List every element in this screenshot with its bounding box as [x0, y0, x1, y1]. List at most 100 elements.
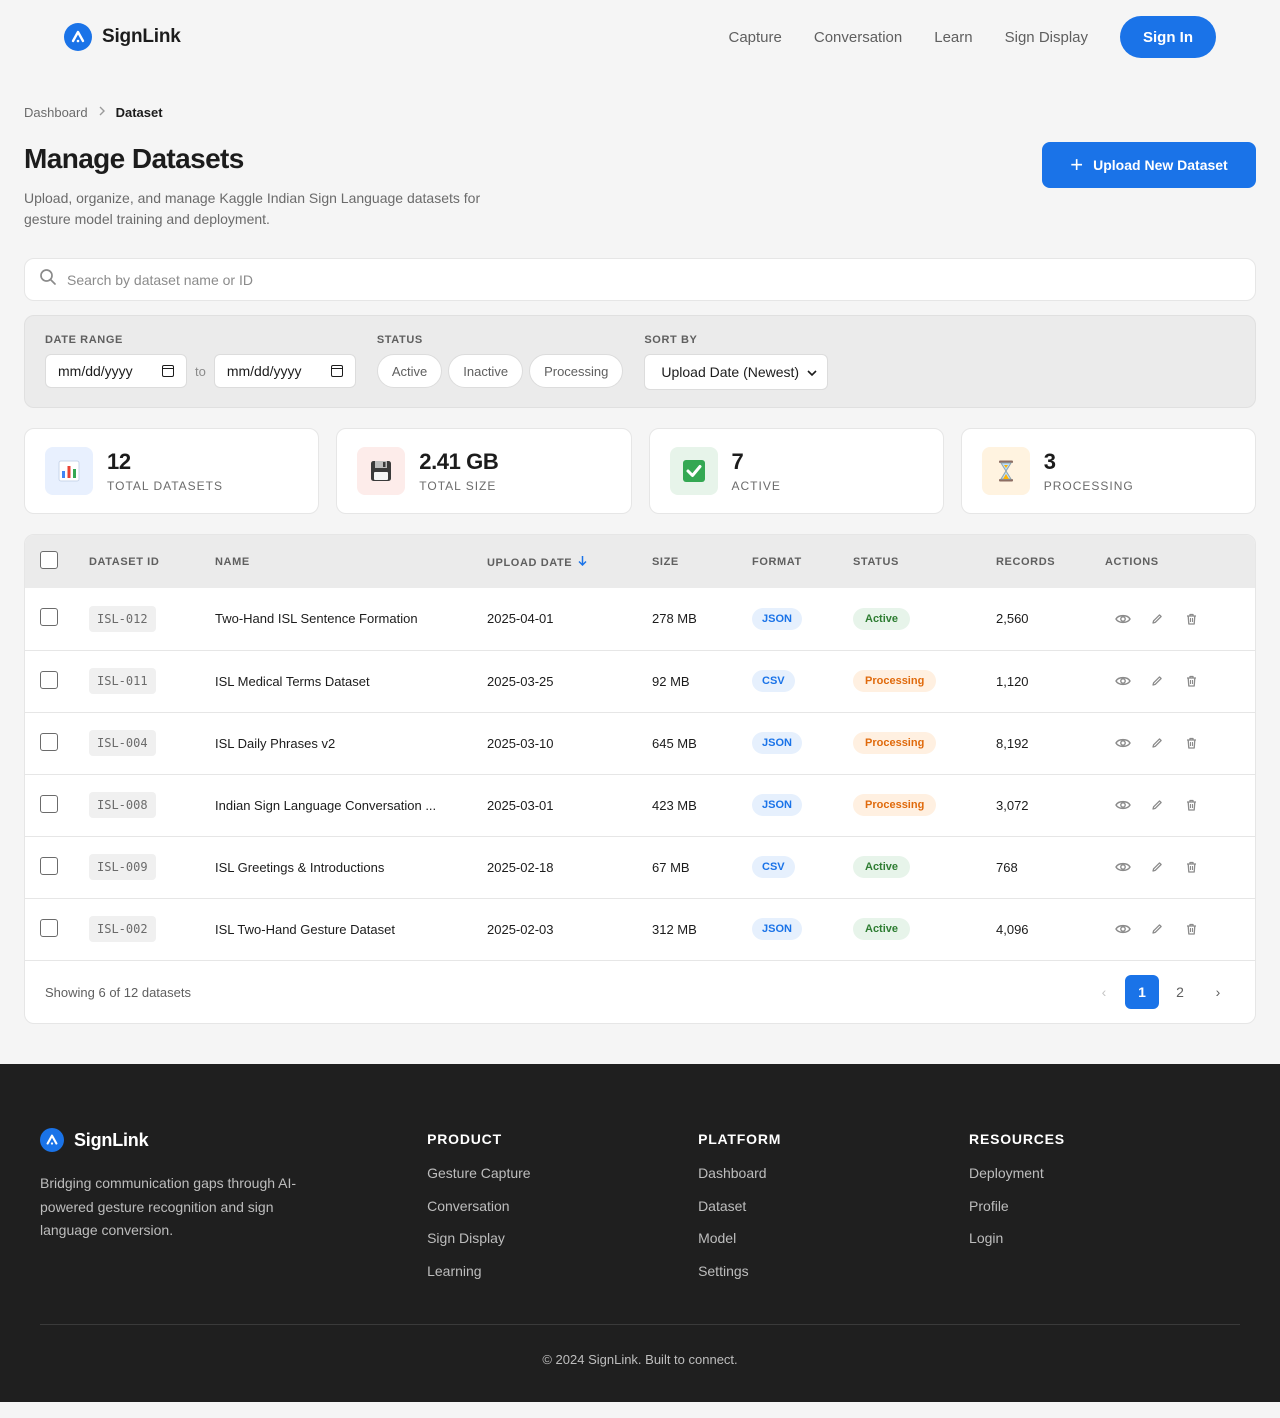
edit-icon[interactable] [1147, 609, 1167, 629]
stat-processing: 3 PROCESSING [960, 428, 1256, 514]
footer-link[interactable]: Settings [698, 1263, 969, 1281]
status-badge: Processing [853, 732, 937, 754]
page-subtitle: Upload, organize, and manage Kaggle Indi… [24, 190, 481, 227]
sort-value: Upload Date (Newest) [661, 364, 800, 380]
view-icon[interactable] [1113, 609, 1133, 629]
footer-link[interactable]: Sign Display [427, 1230, 698, 1248]
prev-page-button[interactable]: ‹ [1087, 975, 1121, 1009]
table-row[interactable]: ISL-004 ISL Daily Phrases v2 2025-03-10 645… [25, 711, 1255, 774]
delete-icon[interactable] [1181, 795, 1201, 815]
view-icon[interactable] [1113, 671, 1133, 691]
nav-learn[interactable]: Learn [934, 29, 972, 46]
select-all-checkbox[interactable] [40, 551, 58, 569]
edit-icon[interactable] [1147, 733, 1167, 753]
page-button-2[interactable]: 2 [1163, 975, 1197, 1009]
status-chip-processing[interactable]: Processing [529, 354, 624, 388]
table-header-row: DATASET ID NAME UPLOAD DATE SIZE FORMAT … [25, 535, 1255, 588]
status-chip-inactive[interactable]: Inactive [448, 354, 524, 388]
stat-value: 7 [731, 449, 744, 474]
main-content: Dashboard Dataset Manage Datasets Upload… [0, 104, 1280, 1024]
header-format[interactable]: FORMAT [752, 535, 853, 588]
edit-icon[interactable] [1147, 795, 1167, 815]
dataset-name[interactable]: Two-Hand ISL Sentence Formation [215, 611, 455, 626]
row-checkbox[interactable] [40, 794, 58, 813]
upload-date: 2025-02-03 [487, 897, 652, 960]
stat-value: 2.41 GB [419, 449, 499, 474]
delete-icon[interactable] [1181, 857, 1201, 877]
dataset-name[interactable]: ISL Two-Hand Gesture Dataset [215, 922, 455, 937]
footer-link[interactable]: Learning [427, 1263, 698, 1281]
row-checkbox[interactable] [40, 856, 58, 875]
table-row[interactable]: ISL-009 ISL Greetings & Introductions 2025… [25, 835, 1255, 898]
header-upload-date[interactable]: UPLOAD DATE [487, 535, 652, 588]
date-from-input[interactable]: mm/dd/yyyy [45, 354, 187, 388]
footer-link[interactable]: Model [698, 1230, 969, 1248]
header-status[interactable]: STATUS [853, 535, 996, 588]
row-checkbox[interactable] [40, 608, 58, 627]
header-dataset-id[interactable]: DATASET ID [89, 535, 215, 588]
edit-icon[interactable] [1147, 857, 1167, 877]
table-row[interactable]: ISL-002 ISL Two-Hand Gesture Dataset 2025-… [25, 897, 1255, 960]
view-icon[interactable] [1113, 795, 1133, 815]
calendar-icon[interactable] [330, 365, 343, 377]
dataset-name[interactable]: ISL Greetings & Introductions [215, 860, 455, 875]
copyright: © 2024 SignLink. Built to connect. [542, 1352, 738, 1367]
footer-link[interactable]: Deployment [969, 1165, 1240, 1183]
delete-icon[interactable] [1181, 919, 1201, 939]
row-checkbox[interactable] [40, 918, 58, 937]
header-size[interactable]: SIZE [652, 535, 752, 588]
page-button-1[interactable]: 1 [1125, 975, 1159, 1009]
dataset-name[interactable]: ISL Medical Terms Dataset [215, 674, 455, 689]
row-checkbox[interactable] [40, 670, 58, 689]
footer-link[interactable]: Dataset [698, 1198, 969, 1216]
footer-link[interactable]: Gesture Capture [427, 1165, 698, 1183]
dataset-name[interactable]: ISL Daily Phrases v2 [215, 736, 455, 751]
sign-in-button[interactable]: Sign In [1120, 16, 1216, 58]
view-icon[interactable] [1113, 857, 1133, 877]
search-bar [24, 258, 1256, 301]
footer-description: Bridging communication gaps through AI-p… [40, 1175, 297, 1238]
table-row[interactable]: ISL-008 Indian Sign Language Conversation… [25, 773, 1255, 836]
view-icon[interactable] [1113, 733, 1133, 753]
brand-logo[interactable]: SignLink [64, 23, 181, 51]
footer-link[interactable]: Dashboard [698, 1165, 969, 1183]
table-row[interactable]: ISL-011 ISL Medical Terms Dataset 2025-03-… [25, 649, 1255, 712]
edit-icon[interactable] [1147, 671, 1167, 691]
top-navbar: SignLink Capture Conversation Learn Sign… [0, 0, 1280, 74]
search-input[interactable] [67, 271, 1241, 288]
edit-icon[interactable] [1147, 919, 1167, 939]
nav-sign-display[interactable]: Sign Display [1005, 29, 1088, 46]
date-to-input[interactable]: mm/dd/yyyy [213, 354, 356, 388]
logo-icon [40, 1128, 64, 1152]
row-actions [1105, 857, 1255, 877]
footer-divider [40, 1324, 1240, 1325]
dataset-id-badge: ISL-004 [89, 730, 156, 756]
stats-row: 12 TOTAL DATASETS 2.41 GB TOTAL SIZE 7 A… [24, 428, 1256, 514]
footer-link[interactable]: Login [969, 1230, 1240, 1248]
footer-link[interactable]: Profile [969, 1198, 1240, 1216]
next-page-button[interactable]: › [1201, 975, 1235, 1009]
status-badge: Processing [853, 794, 937, 816]
status-chip-active[interactable]: Active [376, 354, 443, 388]
delete-icon[interactable] [1181, 733, 1201, 753]
calendar-icon[interactable] [162, 365, 174, 377]
upload-date: 2025-03-25 [487, 649, 652, 712]
footer-brand[interactable]: SignLink [40, 1128, 427, 1152]
upload-date: 2025-04-01 [487, 611, 554, 627]
format-badge: JSON [752, 607, 802, 630]
footer-link[interactable]: Conversation [427, 1198, 698, 1216]
header-name[interactable]: NAME [215, 535, 487, 588]
delete-icon[interactable] [1181, 671, 1201, 691]
dataset-name[interactable]: Indian Sign Language Conversation ... [215, 798, 455, 813]
upload-dataset-button[interactable]: + Upload New Dataset [1042, 142, 1256, 188]
nav-capture[interactable]: Capture [728, 29, 781, 46]
table-row[interactable]: ISL-012 Two-Hand ISL Sentence Formation 20… [25, 588, 1255, 650]
breadcrumb-dashboard[interactable]: Dashboard [24, 105, 88, 120]
header-records[interactable]: RECORDS [996, 535, 1105, 588]
sort-select[interactable]: Upload Date (Newest) [644, 354, 829, 390]
view-icon[interactable] [1113, 919, 1133, 939]
bar-chart-icon [45, 447, 93, 495]
nav-conversation[interactable]: Conversation [814, 29, 902, 46]
row-checkbox[interactable] [40, 732, 58, 751]
delete-icon[interactable] [1181, 609, 1201, 629]
